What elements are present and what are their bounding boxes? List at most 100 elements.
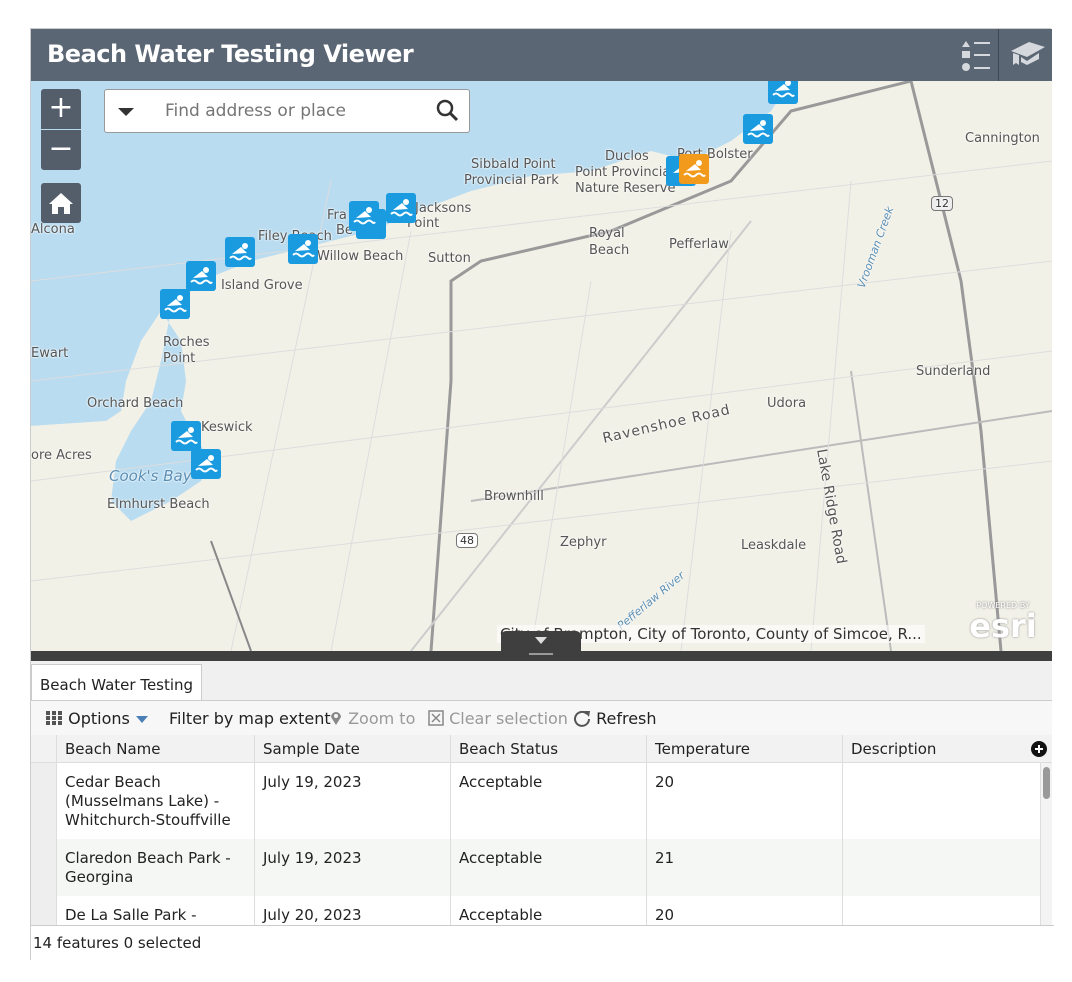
table-scrollbar[interactable] — [1041, 763, 1052, 925]
clear-selection-button[interactable]: Clear selection — [428, 709, 568, 728]
refresh-icon — [574, 710, 590, 727]
beach-marker[interactable] — [288, 234, 318, 264]
swimmer-icon — [747, 120, 770, 138]
cell-beach-name: De La Salle Park - — [57, 896, 255, 925]
swimmer-icon — [190, 267, 213, 285]
map-label: Elmhurst Beach — [107, 497, 210, 512]
map-label: Island Grove — [221, 278, 303, 293]
refresh-button[interactable]: Refresh — [573, 709, 657, 728]
scrollbar-thumb[interactable] — [1043, 767, 1050, 799]
map-label: Sibbald Point — [471, 157, 556, 172]
cell-temperature: 21 — [647, 839, 843, 896]
map-label: Orchard Beach — [87, 396, 184, 411]
cell-sample-date: July 19, 2023 — [255, 839, 451, 896]
add-column-button[interactable] — [1031, 741, 1047, 757]
cell-description — [843, 839, 1041, 896]
map-label: Jacksons — [415, 201, 472, 216]
home-button[interactable] — [41, 183, 81, 223]
select-column-header — [31, 735, 57, 763]
beach-marker[interactable] — [186, 261, 216, 291]
swimmer-icon — [229, 243, 252, 261]
options-label: Options — [68, 709, 130, 728]
swimmer-icon — [195, 455, 218, 473]
zoom-out-button[interactable]: − — [41, 130, 81, 170]
table-toolbar: Options Filter by map extent Zoom to Cle… — [31, 700, 1052, 736]
map-view[interactable]: Sibbald Point Provincial Park Duclos Poi… — [31, 81, 1052, 651]
map-label: Brownhill — [484, 489, 544, 504]
swimmer-icon — [353, 207, 376, 225]
cell-description — [843, 896, 1041, 925]
about-button[interactable] — [1001, 29, 1051, 81]
chevron-down-icon — [529, 637, 553, 655]
beach-marker-alert[interactable] — [679, 154, 709, 184]
map-label: ore Acres — [31, 448, 92, 463]
map-label: Keswick — [201, 420, 253, 435]
swimmer-icon — [390, 199, 413, 217]
table-row[interactable]: Claredon Beach Park - Georgina July 19, … — [31, 839, 1041, 896]
beach-marker[interactable] — [768, 81, 798, 104]
beach-marker[interactable] — [191, 449, 221, 479]
zoom-to-label: Zoom to — [348, 709, 416, 728]
map-label: Leaskdale — [741, 538, 807, 553]
highway-shield: 12 — [931, 196, 953, 211]
column-header-beach-status[interactable]: Beach Status — [451, 735, 647, 763]
row-selector[interactable] — [31, 896, 57, 925]
beach-marker[interactable] — [160, 289, 190, 319]
column-header-beach-name[interactable]: Beach Name — [57, 735, 255, 763]
beach-marker[interactable] — [349, 201, 379, 231]
map-label: Beach — [589, 243, 630, 258]
cell-beach-status: Acceptable — [451, 839, 647, 896]
table-row[interactable]: Cedar Beach (Musselmans Lake) - Whitchur… — [31, 763, 1041, 839]
clear-box-icon — [428, 710, 444, 726]
caret-down-icon — [118, 108, 134, 116]
row-selector[interactable] — [31, 839, 57, 896]
map-label: Willow Beach — [317, 249, 404, 264]
options-menu[interactable]: Options — [45, 709, 149, 728]
swimmer-icon — [175, 427, 198, 445]
caret-down-icon — [135, 716, 148, 723]
filter-by-map-extent-button[interactable]: Filter by map extent — [169, 709, 331, 728]
beach-marker[interactable] — [225, 237, 255, 267]
cell-temperature: 20 — [647, 896, 843, 925]
esri-logo: POWERED BY esri — [969, 601, 1037, 645]
row-selector[interactable] — [31, 763, 57, 839]
cell-description — [843, 763, 1041, 839]
app-title: Beach Water Testing Viewer — [47, 40, 414, 68]
attribute-table-panel: Beach Water Testing Options Filter by ma… — [31, 661, 1054, 962]
zoom-to-button[interactable]: Zoom to — [329, 709, 415, 728]
cell-temperature: 20 — [647, 763, 843, 839]
column-header-description[interactable]: Description — [843, 735, 1052, 763]
app-window: Beach Water Testing Viewer Sibbald Point… — [30, 28, 1054, 962]
beach-marker[interactable] — [743, 114, 773, 144]
panel-splitter[interactable] — [31, 631, 1052, 661]
search-input[interactable] — [163, 98, 427, 124]
search-button[interactable] — [433, 96, 463, 126]
graduation-cap-icon — [1011, 42, 1045, 65]
cell-beach-name: Cedar Beach (Musselmans Lake) - Whitchur… — [57, 763, 255, 839]
map-label: Ewart — [31, 346, 69, 361]
legend-button[interactable] — [949, 29, 999, 81]
collapse-panel-button[interactable] — [501, 631, 581, 661]
highway-shield: 48 — [456, 533, 478, 548]
map-label: Provincial Park — [464, 173, 559, 188]
cell-beach-name: Claredon Beach Park - Georgina — [57, 839, 255, 896]
search-source-dropdown[interactable] — [105, 90, 149, 132]
swimmer-icon — [772, 81, 795, 98]
beach-marker[interactable] — [171, 421, 201, 451]
legend-icon — [962, 41, 990, 71]
map-label: Sutton — [428, 251, 471, 266]
column-header-temperature[interactable]: Temperature — [647, 735, 843, 763]
table-row[interactable]: De La Salle Park - July 20, 2023 Accepta… — [31, 896, 1041, 925]
map-label: Royal — [589, 226, 625, 241]
header: Beach Water Testing Viewer — [31, 29, 1052, 81]
beach-marker[interactable] — [386, 193, 416, 223]
map-label: Zephyr — [560, 535, 607, 550]
column-header-sample-date[interactable]: Sample Date — [255, 735, 451, 763]
map-label: Duclos — [605, 149, 649, 164]
tab-beach-water-testing[interactable]: Beach Water Testing — [31, 664, 203, 701]
cell-beach-status: Acceptable — [451, 763, 647, 839]
map-label: Roches — [163, 335, 210, 350]
map-label: Fra — [327, 208, 347, 223]
map-label: Cannington — [965, 131, 1040, 146]
zoom-in-button[interactable]: + — [41, 89, 81, 129]
